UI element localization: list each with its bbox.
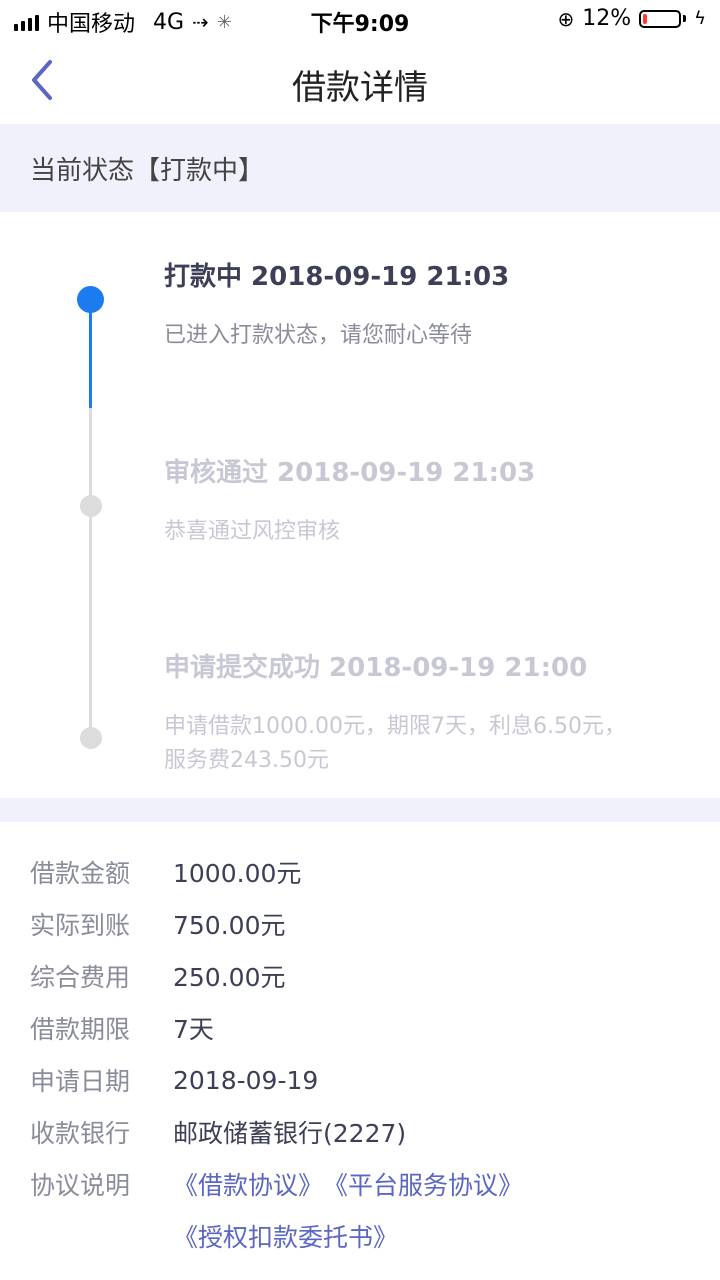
detail-label: 借款金额 — [30, 859, 131, 888]
detail-row-total-fee: 综合费用 250.00元 — [30, 956, 285, 996]
detail-value: 250.00元 — [173, 963, 286, 992]
detail-label: 借款期限 — [30, 1015, 131, 1044]
detail-row-agreements-2: 《授权扣款委托书》 — [173, 1216, 398, 1256]
step-description: 恭喜通过风控审核 — [164, 519, 341, 544]
rotation-lock-icon: ⊕ — [557, 6, 575, 31]
detail-row-loan-amount: 借款金额 1000.00元 — [30, 852, 301, 892]
charging-icon: ϟ — [694, 8, 706, 29]
status-bar: 中国移动 4G ⇢ ✳ 下午9:09 ⊕ 12% ϟ — [0, 0, 720, 40]
detail-value: 1000.00元 — [173, 859, 302, 888]
step-description: 已进入打款状态，请您耐心等待 — [164, 323, 473, 348]
step-title: 打款中 2018-09-19 21:03 — [164, 262, 510, 292]
detail-row-agreements: 协议说明 《借款协议》 《平台服务协议》 — [30, 1164, 523, 1204]
current-state-text: 当前状态【打款中】 — [30, 155, 265, 186]
detail-row-apply-date: 申请日期 2018-09-19 — [30, 1060, 318, 1100]
detail-label: 综合费用 — [30, 963, 131, 992]
debit-authorization-link[interactable]: 《授权扣款委托书》 — [173, 1218, 398, 1254]
step-description: 申请借款1000.00元，期限7天，利息6.50元， 服务费243.50元 — [164, 710, 704, 778]
navigation-bar: 借款详情 — [0, 40, 720, 124]
detail-label: 申请日期 — [30, 1067, 131, 1096]
detail-value: 邮政储蓄银行(2227) — [173, 1119, 407, 1148]
battery-tip — [683, 15, 687, 22]
battery-level — [643, 13, 648, 24]
timeline-dot — [80, 727, 102, 749]
timeline-step: 打款中 2018-09-19 21:03 已进入打款状态，请您耐心等待 — [164, 256, 704, 353]
battery-percent: 12% — [582, 6, 632, 31]
detail-row-receiving-bank: 收款银行 邮政储蓄银行(2227) — [30, 1112, 406, 1152]
detail-row-loan-term: 借款期限 7天 — [30, 1008, 214, 1048]
page-title: 借款详情 — [292, 68, 428, 108]
step-description-line: 服务费243.50元 — [164, 748, 329, 773]
detail-value: 7天 — [173, 1015, 214, 1044]
timeline-step: 审核通过 2018-09-19 21:03 恭喜通过风控审核 — [164, 452, 704, 549]
current-state-bar: 当前状态【打款中】 — [0, 124, 720, 212]
step-description-line: 申请借款1000.00元，期限7天，利息6.50元， — [164, 714, 626, 739]
platform-service-agreement-link[interactable]: 《平台服务协议》 — [323, 1166, 523, 1202]
timeline-dot-active — [77, 286, 104, 313]
timeline-progress — [89, 300, 92, 408]
timeline-step: 申请提交成功 2018-09-19 21:00 申请借款1000.00元，期限7… — [164, 647, 704, 778]
loan-agreement-link[interactable]: 《借款协议》 — [173, 1166, 323, 1202]
detail-row-actual-received: 实际到账 750.00元 — [30, 904, 285, 944]
section-divider — [0, 798, 720, 822]
step-title: 审核通过 2018-09-19 21:03 — [164, 458, 536, 488]
detail-value: 750.00元 — [173, 911, 286, 940]
status-right: ⊕ 12% ϟ — [557, 6, 706, 31]
detail-value: 2018-09-19 — [173, 1065, 319, 1095]
timeline-dot — [80, 495, 102, 517]
detail-label: 协议说明 — [30, 1171, 131, 1200]
status-timeline: 打款中 2018-09-19 21:03 已进入打款状态，请您耐心等待 审核通过… — [0, 212, 720, 798]
step-title: 申请提交成功 2018-09-19 21:00 — [164, 653, 588, 683]
detail-label: 收款银行 — [30, 1119, 131, 1148]
detail-label: 实际到账 — [30, 911, 131, 940]
battery-icon — [639, 9, 682, 28]
